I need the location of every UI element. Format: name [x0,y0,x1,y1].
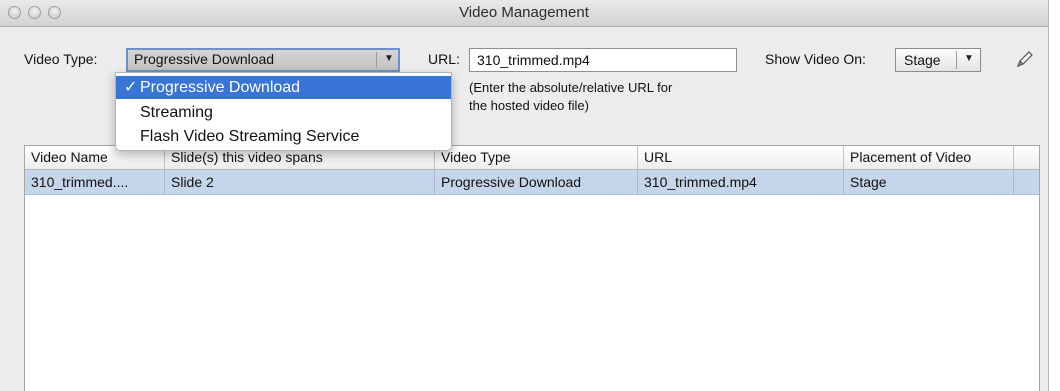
cell-placement: Stage [844,170,1014,194]
cell-slides: Slide 2 [165,170,435,194]
url-input[interactable]: 310_trimmed.mp4 [469,48,737,72]
chevron-down-icon: ▼ [384,53,394,64]
cell-video-type: Progressive Download [435,170,638,194]
video-type-select[interactable]: Progressive Download ▼ [126,48,400,72]
video-type-dropdown-menu: ✓ Progressive Download Streaming Flash V… [115,72,452,151]
select-separator [956,51,957,69]
window-title: Video Management [459,4,589,21]
cell-url: 310_trimmed.mp4 [638,170,844,194]
url-hint: (Enter the absolute/relative URL for the… [469,79,672,115]
show-video-on-select[interactable]: Stage ▼ [895,48,981,72]
column-video-type[interactable]: Video Type [435,146,638,169]
url-hint-line1: (Enter the absolute/relative URL for [469,80,673,95]
option-progressive-download[interactable]: ✓ Progressive Download [116,76,451,99]
cell-video-name: 310_trimmed.... [25,170,165,194]
show-video-on-value: Stage [904,52,941,68]
url-label: URL: [428,51,460,67]
show-video-on-label: Show Video On: [765,51,866,67]
column-url[interactable]: URL [638,146,844,169]
option-streaming[interactable]: Streaming [116,101,451,124]
select-separator [376,52,377,68]
option-label: Flash Video Streaming Service [140,128,360,145]
pencil-icon[interactable] [1014,48,1036,70]
column-placement[interactable]: Placement of Video [844,146,1014,169]
video-type-value: Progressive Download [134,51,275,67]
table-row[interactable]: 310_trimmed.... Slide 2 Progressive Down… [25,170,1039,195]
option-label: Streaming [140,104,213,121]
video-table: Video Name Slide(s) this video spans Vid… [24,145,1040,391]
video-management-window: Video Management Video Type: Progressive… [0,0,1049,391]
url-hint-line2: the hosted video file) [469,98,589,113]
checkmark-icon: ✓ [124,79,138,96]
video-type-label: Video Type: [24,51,98,67]
option-flash-video-streaming-service[interactable]: Flash Video Streaming Service [116,125,451,148]
option-label: Progressive Download [140,79,301,96]
chevron-down-icon: ▼ [964,53,974,64]
title-bar: Video Management [0,0,1048,27]
